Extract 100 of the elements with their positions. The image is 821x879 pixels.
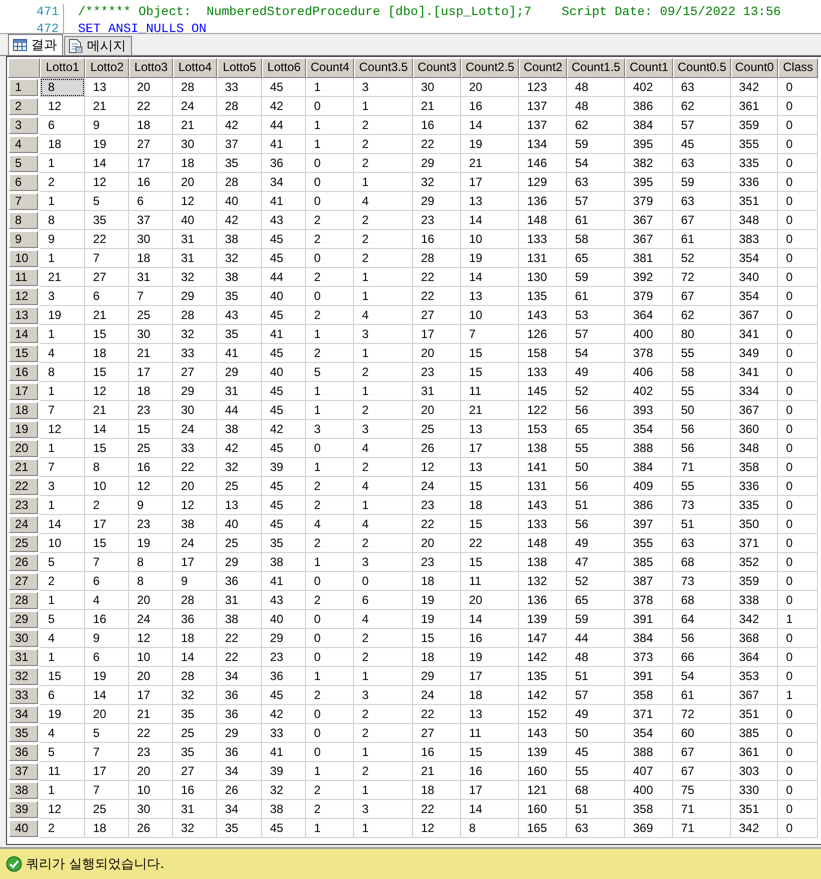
row-header[interactable]: 8 — [9, 212, 38, 229]
column-header[interactable]: Lotto1 — [40, 58, 85, 78]
row-header[interactable]: 28 — [9, 592, 38, 609]
column-header[interactable]: Lotto2 — [85, 58, 129, 78]
row-header[interactable]: 30 — [9, 630, 38, 647]
row-header[interactable]: 31 — [9, 649, 38, 666]
row-header[interactable]: 17 — [9, 383, 38, 400]
table-cell: 17 — [461, 439, 519, 458]
row-header[interactable]: 35 — [9, 725, 38, 742]
row-header[interactable]: 1 — [9, 79, 38, 96]
table-cell: 384 — [625, 116, 673, 135]
row-header[interactable]: 2 — [9, 98, 38, 115]
column-header[interactable]: Count2.5 — [461, 58, 519, 78]
table-cell: 3 — [354, 686, 413, 705]
row-header[interactable]: 4 — [9, 136, 38, 153]
table-cell: 45 — [262, 686, 306, 705]
table-cell: 15 — [461, 553, 519, 572]
tab[interactable]: 결과 — [8, 34, 63, 55]
column-header[interactable]: Count3 — [413, 58, 461, 78]
tab[interactable]: 메시지 — [64, 36, 132, 55]
row-header[interactable]: 39 — [9, 801, 38, 818]
table-cell: 24 — [173, 97, 217, 116]
table-cell: 0 — [778, 743, 818, 762]
table-cell: 32 — [262, 781, 306, 800]
column-header[interactable]: Lotto3 — [129, 58, 173, 78]
table-cell: 35 — [217, 154, 262, 173]
table-cell: 16 — [461, 629, 519, 648]
table-cell: 367 — [625, 230, 673, 249]
column-header[interactable]: Count3.5 — [354, 58, 413, 78]
row-header[interactable]: 26 — [9, 554, 38, 571]
row-header[interactable]: 11 — [9, 269, 38, 286]
table-cell: 0 — [778, 268, 818, 287]
row-header[interactable]: 6 — [9, 174, 38, 191]
row-header[interactable]: 36 — [9, 744, 38, 761]
row-header[interactable]: 7 — [9, 193, 38, 210]
table-cell: 1 — [354, 344, 413, 363]
table-cell: 35 — [217, 287, 262, 306]
table-cell: 135 — [519, 667, 567, 686]
row-header[interactable]: 14 — [9, 326, 38, 343]
row-header[interactable]: 23 — [9, 497, 38, 514]
row-header[interactable]: 33 — [9, 687, 38, 704]
row-header[interactable]: 12 — [9, 288, 38, 305]
table-cell: 7 — [461, 325, 519, 344]
column-header[interactable]: Lotto4 — [173, 58, 217, 78]
table-cell: 4 — [354, 439, 413, 458]
row-header[interactable]: 19 — [9, 421, 38, 438]
column-header[interactable]: Count1.5 — [567, 58, 625, 78]
table-cell: 63 — [673, 534, 731, 553]
row-header[interactable]: 22 — [9, 478, 38, 495]
table-cell: 62 — [567, 116, 625, 135]
row-header[interactable]: 25 — [9, 535, 38, 552]
table-cell: 379 — [625, 192, 673, 211]
table-cell: 14 — [85, 154, 129, 173]
table-cell: 18 — [461, 686, 519, 705]
table-cell: 36 — [262, 667, 306, 686]
table-cell: 341 — [731, 363, 778, 382]
column-header[interactable]: Lotto5 — [217, 58, 262, 78]
row-header[interactable]: 20 — [9, 440, 38, 457]
table-cell: 342 — [731, 78, 778, 97]
row-header[interactable]: 3 — [9, 117, 38, 134]
row-header[interactable]: 37 — [9, 763, 38, 780]
column-header[interactable]: Count1 — [625, 58, 673, 78]
table-cell: 36 — [217, 705, 262, 724]
row-header[interactable]: 18 — [9, 402, 38, 419]
row-header[interactable]: 34 — [9, 706, 38, 723]
table-cell: 0 — [778, 401, 818, 420]
table-cell: 31 — [173, 230, 217, 249]
table-cell: 19 — [40, 306, 85, 325]
row-header[interactable]: 16 — [9, 364, 38, 381]
table-cell: 62 — [673, 97, 731, 116]
row-header[interactable]: 10 — [9, 250, 38, 267]
table-cell: 3 — [354, 800, 413, 819]
column-header[interactable]: Class — [778, 58, 818, 78]
row-header[interactable]: 40 — [9, 820, 38, 837]
column-header[interactable]: Count2 — [519, 58, 567, 78]
column-header[interactable]: Count4 — [306, 58, 354, 78]
column-header[interactable]: Count0.5 — [673, 58, 731, 78]
row-header[interactable]: 27 — [9, 573, 38, 590]
row-header[interactable]: 15 — [9, 345, 38, 362]
table-cell: 367 — [731, 401, 778, 420]
row-header[interactable]: 38 — [9, 782, 38, 799]
row-header[interactable]: 24 — [9, 516, 38, 533]
row-header[interactable]: 5 — [9, 155, 38, 172]
table-cell: 0 — [306, 439, 354, 458]
column-header[interactable]: Lotto6 — [262, 58, 306, 78]
row-header[interactable]: 32 — [9, 668, 38, 685]
column-header[interactable]: Count0 — [731, 58, 778, 78]
table-cell: 21 — [40, 268, 85, 287]
table-cell: 0 — [306, 648, 354, 667]
table-cell: 1 — [40, 249, 85, 268]
table-cell: 6 — [40, 116, 85, 135]
table-cell: 0 — [778, 800, 818, 819]
table-cell: 364 — [731, 648, 778, 667]
table-cell: 0 — [306, 173, 354, 192]
row-header[interactable]: 13 — [9, 307, 38, 324]
row-header[interactable]: 9 — [9, 231, 38, 248]
row-header[interactable]: 21 — [9, 459, 38, 476]
row-header[interactable]: 29 — [9, 611, 38, 628]
table-cell: 58 — [673, 363, 731, 382]
table-cell: 41 — [262, 192, 306, 211]
